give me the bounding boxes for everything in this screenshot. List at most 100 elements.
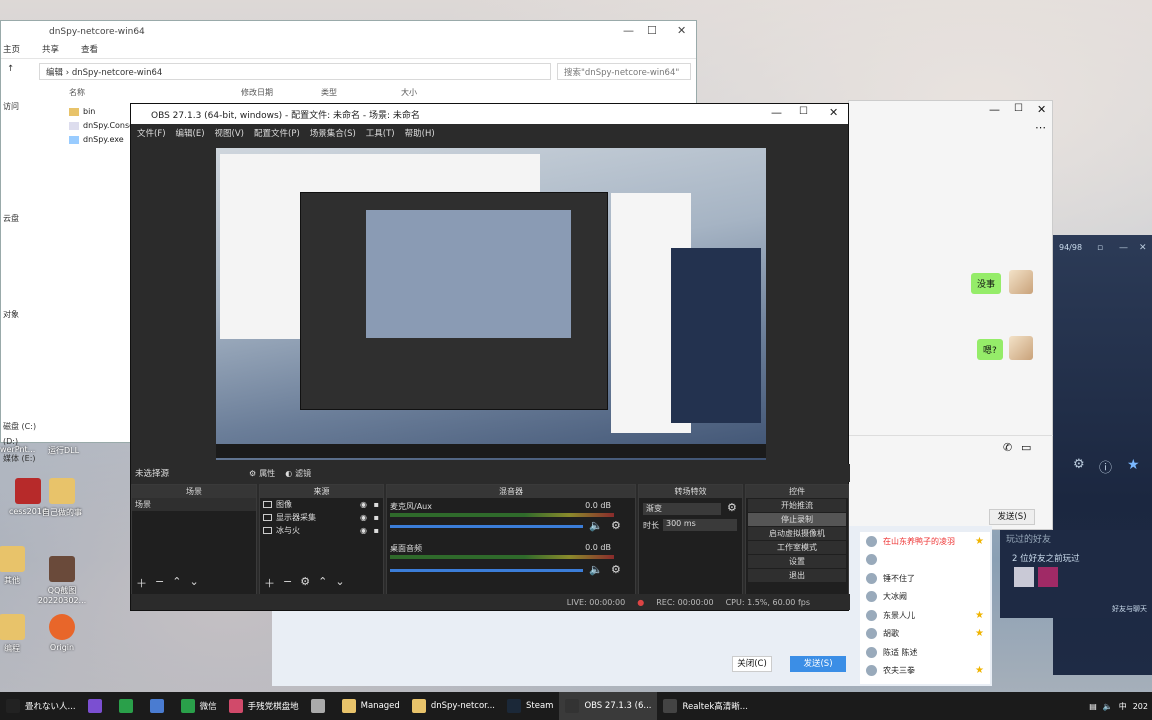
avatar[interactable] [1038, 567, 1058, 587]
contact-item[interactable]: 锤不住了 [860, 569, 990, 588]
gear-icon[interactable]: ⚙ [1073, 457, 1085, 472]
source-item[interactable]: 冰与火 ◉ ▪ [260, 524, 383, 537]
close-button[interactable]: 关闭(C) [732, 656, 772, 672]
source-item[interactable]: 显示器采集 ◉ ▪ [260, 511, 383, 524]
close-icon[interactable]: ✕ [677, 24, 686, 37]
send-button[interactable]: 发送(S) [989, 509, 1035, 525]
gear-icon[interactable]: ⚙ [611, 563, 621, 576]
nav-item[interactable] [1, 197, 51, 213]
tab-home[interactable]: 主页 [3, 43, 20, 58]
back-icon[interactable]: ↑ [7, 64, 14, 74]
breadcrumb-item[interactable]: 编辑 [46, 68, 63, 78]
window-icon[interactable]: ▫ [1097, 243, 1103, 253]
taskbar-item[interactable]: dnSpy-netcor... [406, 692, 501, 720]
volume-slider[interactable] [390, 569, 583, 572]
nav-item[interactable] [1, 133, 51, 149]
file-row[interactable]: dnSpy.exe [69, 135, 124, 144]
taskbar-item[interactable] [305, 692, 336, 720]
taskbar-item[interactable]: 手残党棋盘地 [223, 692, 305, 720]
star-icon[interactable]: ★ [975, 536, 984, 547]
ime-indicator[interactable]: 中 [1119, 701, 1127, 712]
taskbar-item[interactable]: 畳れない人... [0, 692, 82, 720]
menu-item[interactable]: 帮助(H) [405, 127, 435, 139]
nav-item[interactable] [1, 405, 51, 421]
nav-item[interactable] [1, 149, 51, 165]
control-button-0[interactable]: 开始推流 [748, 499, 846, 512]
properties-button[interactable]: ⚙ 属性 [249, 468, 275, 479]
add-icon[interactable]: ＋ [136, 575, 147, 591]
control-button-2[interactable]: 启动虚拟摄像机 [748, 527, 846, 540]
up-icon[interactable]: ⌃ [318, 575, 327, 591]
column-name[interactable]: 名称 [69, 87, 85, 98]
source-item[interactable]: 图像 ◉ ▪ [260, 498, 383, 511]
gear-icon[interactable]: ⚙ [611, 519, 621, 532]
desktop-icon-qq-screenshot[interactable]: QQ截图20220302... [34, 556, 90, 605]
lock-icon[interactable]: ▪ [374, 498, 379, 511]
minimize-icon[interactable]: — [771, 106, 782, 119]
contact-item[interactable]: 在山东养鸭子的凌羽 ★ [860, 532, 990, 551]
desktop-icon-origin[interactable]: Origin [34, 614, 90, 652]
nav-item[interactable] [1, 341, 51, 357]
transition-select[interactable]: 渐变 [643, 503, 721, 515]
nav-item[interactable]: 媒体 (E:) [1, 453, 51, 469]
search-input[interactable]: 搜索"dnSpy-netcore-win64" [557, 63, 691, 80]
nav-item[interactable] [1, 165, 51, 181]
avatar[interactable] [1014, 567, 1034, 587]
minimize-icon[interactable]: — [989, 103, 1000, 116]
speaker-icon[interactable]: 🔈 [589, 563, 603, 576]
nav-item[interactable] [1, 277, 51, 293]
address-bar[interactable]: 编辑 › dnSpy-netcore-win64 [39, 63, 551, 80]
minimize-icon[interactable]: — [623, 24, 634, 37]
star-icon[interactable]: ★ [975, 665, 984, 676]
minimize-icon[interactable]: — [1119, 243, 1128, 253]
volume-icon[interactable]: 🔈 [1103, 702, 1113, 711]
close-icon[interactable]: ✕ [1037, 103, 1046, 116]
tab-share[interactable]: 共享 [42, 43, 59, 58]
network-icon[interactable]: ▤ [1089, 702, 1097, 711]
contact-item[interactable]: 农夫三拳 ★ [860, 662, 990, 681]
maximize-icon[interactable]: ☐ [647, 24, 657, 37]
eye-icon[interactable]: ◉ [360, 498, 367, 511]
nav-item[interactable] [1, 229, 51, 245]
nav-item[interactable] [1, 181, 51, 197]
breadcrumb-item[interactable]: dnSpy-netcore-win64 [72, 68, 162, 78]
lock-icon[interactable]: ▪ [374, 524, 379, 537]
desktop-icon-folder-self[interactable]: 自己做的事 [34, 478, 90, 518]
close-icon[interactable]: ✕ [1139, 243, 1147, 253]
control-button-1[interactable]: 停止录制 [748, 513, 846, 526]
menu-item[interactable]: 编辑(E) [176, 127, 205, 139]
lock-icon[interactable]: ▪ [374, 511, 379, 524]
nav-item[interactable]: 云盘 [1, 213, 51, 229]
phone-icon[interactable]: ✆ [1003, 441, 1012, 454]
nav-item[interactable] [1, 389, 51, 405]
maximize-icon[interactable]: ☐ [1014, 103, 1023, 114]
add-icon[interactable]: ＋ [264, 575, 275, 591]
nav-item[interactable]: 磁盘 (C:) [1, 421, 51, 437]
nav-item[interactable] [1, 373, 51, 389]
file-row[interactable]: dnSpy.Conso [69, 121, 134, 130]
maximize-icon[interactable]: ☐ [799, 106, 808, 117]
info-icon[interactable]: ⓘ [1099, 457, 1112, 476]
down-icon[interactable]: ⌄ [189, 575, 198, 591]
contact-item[interactable] [860, 551, 990, 570]
down-icon[interactable]: ⌄ [335, 575, 344, 591]
nav-item[interactable] [1, 357, 51, 373]
nav-item[interactable] [1, 261, 51, 277]
menu-item[interactable]: 工具(T) [366, 127, 395, 139]
file-row[interactable]: bin [69, 107, 95, 116]
taskbar-item[interactable] [113, 692, 144, 720]
column-size[interactable]: 大小 [401, 87, 417, 98]
eye-icon[interactable]: ◉ [360, 524, 367, 537]
duration-input[interactable]: 300 ms [663, 519, 737, 531]
close-icon[interactable]: ✕ [829, 106, 838, 119]
taskbar-item[interactable] [144, 692, 175, 720]
filters-button[interactable]: ◐ 滤镜 [285, 468, 311, 479]
control-button-5[interactable]: 退出 [748, 569, 846, 582]
star-icon[interactable]: ★ [975, 610, 984, 621]
nav-item[interactable] [1, 325, 51, 341]
contact-item[interactable]: 东景人儿 ★ [860, 606, 990, 625]
contact-item[interactable]: 胡歌 ★ [860, 625, 990, 644]
gear-icon[interactable]: ⚙ [300, 575, 310, 591]
control-button-3[interactable]: 工作室模式 [748, 541, 846, 554]
remove-icon[interactable]: − [283, 575, 292, 591]
